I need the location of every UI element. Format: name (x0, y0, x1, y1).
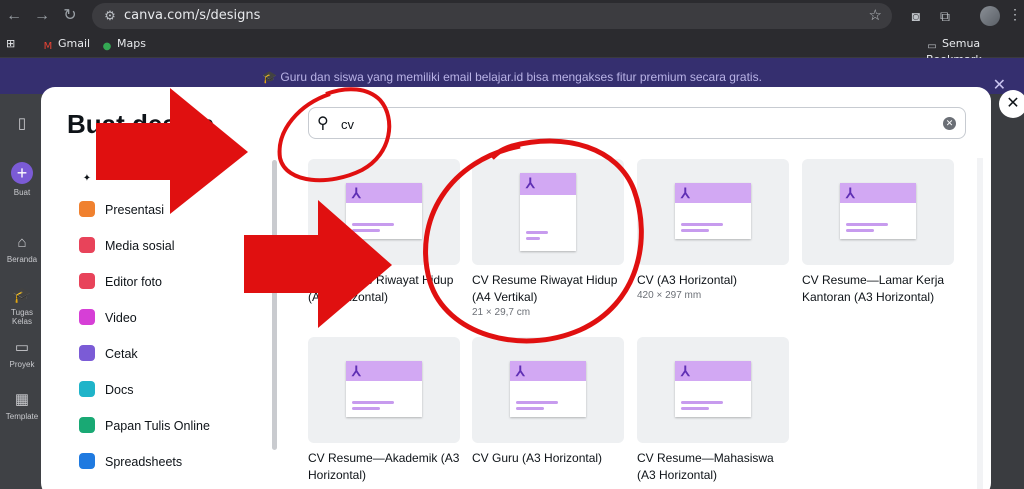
resume-preview: ⅄ (675, 361, 751, 417)
bookmark-star-icon[interactable]: ☆ (869, 6, 882, 24)
search-input[interactable] (341, 114, 901, 134)
forward-icon[interactable]: → (32, 6, 52, 26)
logo-icon: ⅄ (352, 363, 361, 379)
sidebar-toggle-icon[interactable]: ▯ (0, 114, 44, 136)
category-item[interactable]: Spreadsheets (79, 450, 269, 474)
category-item[interactable]: Editor foto (79, 270, 269, 294)
presentation-icon (79, 201, 95, 217)
resume-preview: ⅄ (520, 173, 576, 251)
printer-icon (79, 345, 95, 361)
design-thumbnail[interactable]: ⅄ (308, 159, 460, 265)
clear-search-icon[interactable]: ✕ (943, 117, 956, 130)
bookmark-maps[interactable]: ● Maps (101, 37, 146, 53)
category-item[interactable]: Docs (79, 378, 269, 402)
design-title: CV Resume—Mahasiswa (A3 Horizontal) (637, 451, 774, 482)
design-title: CV Guru (A3 Horizontal) (472, 451, 603, 465)
profile-avatar[interactable] (980, 6, 1000, 26)
rail-projects[interactable]: ▭ Proyek (0, 338, 44, 369)
category-item[interactable]: Video (79, 306, 269, 330)
resume-preview: ⅄ (840, 183, 916, 239)
search-icon: ⚲ (317, 115, 329, 132)
rail-create[interactable]: + Buat (0, 162, 44, 197)
apps-grid-icon[interactable]: ⊞ (6, 37, 15, 50)
design-title: CV (A3 Horizontal) (637, 273, 738, 287)
category-label: Papan Tulis Online (105, 419, 210, 433)
category-label: Untuk Anda (105, 167, 170, 181)
category-label: Spreadsheets (105, 455, 183, 469)
plus-icon: + (11, 162, 33, 184)
logo-icon: ⅄ (681, 185, 690, 201)
design-thumbnail[interactable]: ⅄ (308, 337, 460, 443)
design-thumbnail[interactable]: ⅄ (472, 159, 624, 265)
resume-preview: ⅄ (346, 361, 422, 417)
category-label: Media sosial (105, 239, 175, 253)
address-bar[interactable]: ⚙ canva.com/s/designs ☆ (92, 3, 892, 29)
rail-templates[interactable]: ▦ Template (0, 390, 44, 421)
maps-pin-icon: ● (102, 41, 112, 52)
folder-icon: ▭ (927, 41, 937, 52)
menu-dots-icon[interactable]: ⋮ (1008, 6, 1022, 23)
category-item[interactable]: Presentasi (79, 198, 269, 222)
spreadsheet-icon (79, 453, 95, 469)
category-label: Editor foto (105, 275, 162, 289)
bookmark-gmail[interactable]: M Gmail (42, 37, 90, 53)
page-scrollbar[interactable] (977, 158, 983, 489)
site-settings-icon[interactable]: ⚙ (102, 8, 118, 24)
category-scrollbar[interactable] (272, 160, 277, 450)
templates-icon: ▦ (14, 391, 30, 408)
search-box[interactable]: ⚲ ✕ (308, 107, 966, 139)
gmail-icon: M (43, 41, 53, 52)
resume-preview: ⅄ (510, 361, 586, 417)
logo-icon: ⅄ (516, 363, 525, 379)
category-item[interactable]: Papan Tulis Online (79, 414, 269, 438)
resume-preview: ⅄ (675, 183, 751, 239)
logo-icon: ⅄ (846, 185, 855, 201)
extensions-icon[interactable]: ⧉ (935, 6, 955, 26)
design-title: CV Resume—Lamar Kerja Kantoran (A3 Horiz… (802, 273, 945, 304)
rail-class[interactable]: 🎓 Tugas Kelas (0, 286, 44, 326)
close-modal-button[interactable]: ✕ (999, 90, 1024, 118)
browser-toolbar: ← → ↻ ⚙ canva.com/s/designs ☆ ◙ ⧉ ⋮ (0, 0, 1024, 32)
category-label: Video (105, 311, 137, 325)
logo-icon: ⅄ (681, 363, 690, 379)
category-item[interactable]: Media sosial (79, 234, 269, 258)
category-label: Presentasi (105, 203, 165, 217)
camera-icon[interactable]: ◙ (906, 6, 926, 26)
url-text: canva.com/s/designs (124, 8, 261, 23)
whiteboard-icon (79, 417, 95, 433)
logo-icon: ⅄ (352, 185, 361, 201)
rail-home[interactable]: ⌂ Beranda (0, 234, 44, 264)
design-thumbnail[interactable]: ⅄ (472, 337, 624, 443)
folder-icon: ▭ (14, 339, 30, 356)
category-label: Cetak (105, 347, 138, 361)
category-label: Docs (105, 383, 134, 397)
video-icon (79, 309, 95, 325)
back-icon[interactable]: ← (4, 6, 24, 26)
camera-icon (79, 273, 95, 289)
category-item[interactable]: Cetak (79, 342, 269, 366)
heart-icon (79, 237, 95, 253)
sparkle-icon: ✦ (82, 173, 92, 184)
docs-icon (79, 381, 95, 397)
design-title: CV Resume—Akademik (A3 Horizontal) (308, 451, 460, 482)
modal-title: Buat desain (67, 109, 215, 139)
logo-icon: ⅄ (526, 175, 535, 191)
design-thumbnail[interactable]: ⅄ (802, 159, 954, 265)
design-thumbnail[interactable]: ⅄ (637, 159, 789, 265)
design-title: CV Resume Riwayat Hidup (A3 Horizontal) (308, 273, 454, 304)
design-title: CV Resume Riwayat Hidup (A4 Vertikal) (472, 273, 618, 304)
category-item[interactable]: ✦ Untuk Anda (79, 162, 269, 186)
design-size: 21 × 29,7 cm (472, 307, 531, 318)
resume-preview: ⅄ (346, 183, 422, 239)
home-icon: ⌂ (17, 234, 27, 251)
left-rail: ▯ + Buat ⌂ Beranda 🎓 Tugas Kelas ▭ Proye… (0, 94, 44, 489)
design-thumbnail[interactable]: ⅄ (637, 337, 789, 443)
bookmarks-bar: ⊞ MGmail ●Maps ▭Semua Bookmark (0, 32, 1024, 66)
create-design-modal: Buat desain ✦ Untuk Anda Presentasi Media s… (41, 87, 991, 489)
reload-icon[interactable]: ↻ (60, 6, 80, 26)
design-size: 420 × 297 mm (637, 290, 702, 301)
graduation-cap-icon: 🎓 (12, 287, 32, 304)
